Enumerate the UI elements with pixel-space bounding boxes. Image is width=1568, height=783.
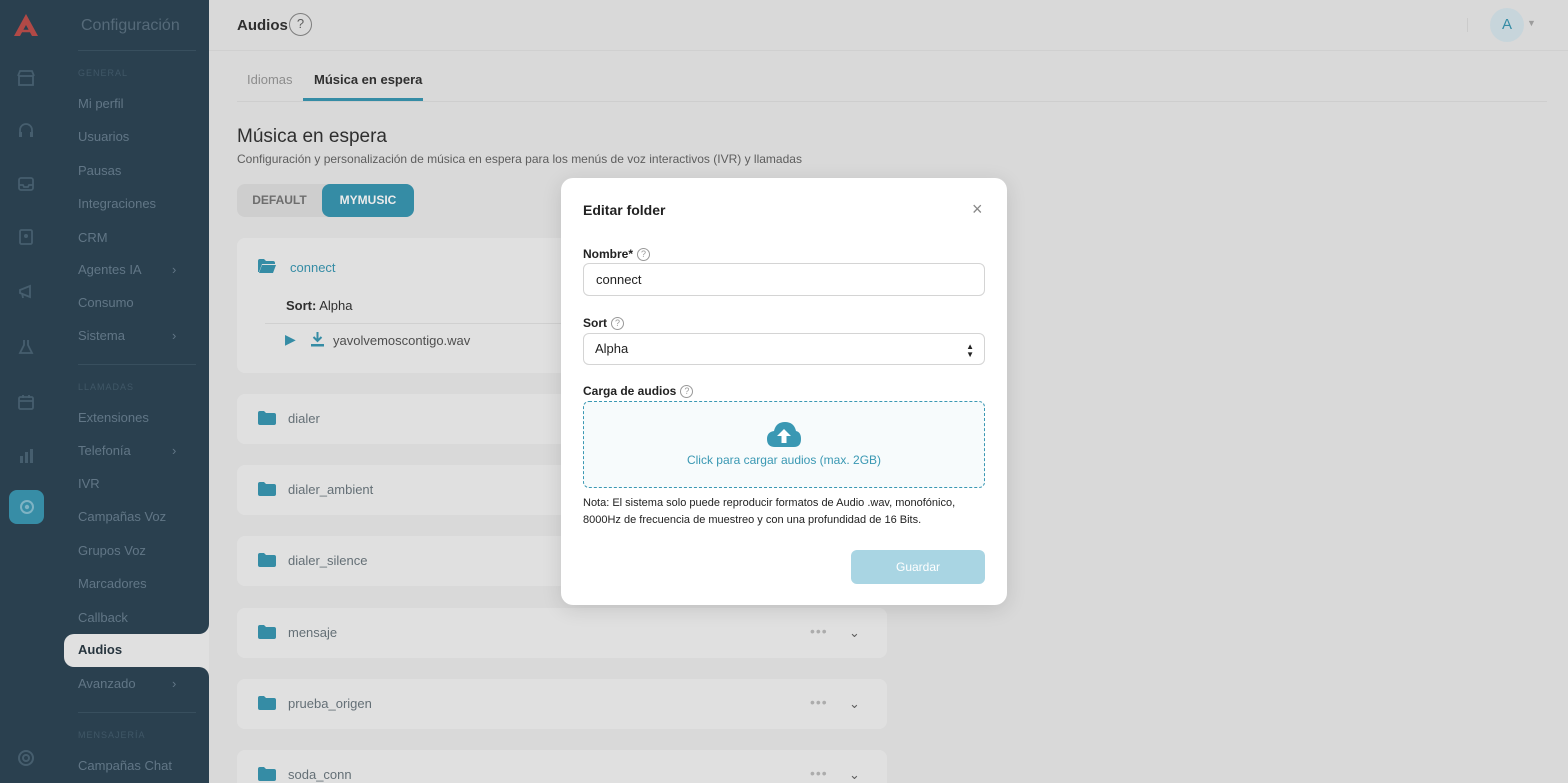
- sort-label: Sort?: [583, 316, 624, 330]
- sort-select[interactable]: Alpha ▲ ▼: [583, 333, 985, 365]
- cloud-upload-icon: [767, 422, 801, 447]
- sort-selected-value: Alpha: [595, 341, 629, 356]
- name-input[interactable]: connect: [583, 263, 985, 296]
- sort-label-text: Sort: [583, 316, 607, 330]
- upload-label-text: Carga de audios: [583, 384, 677, 398]
- select-arrows-icon: ▲ ▼: [966, 342, 974, 359]
- help-icon[interactable]: ?: [680, 385, 694, 398]
- name-label: Nombre*?: [583, 247, 651, 261]
- upload-label: Carga de audios?: [583, 384, 694, 398]
- modal-title: Editar folder: [583, 202, 666, 218]
- help-icon[interactable]: ?: [611, 317, 624, 330]
- name-label-text: Nombre*: [583, 247, 634, 261]
- help-icon[interactable]: ?: [637, 248, 651, 261]
- edit-folder-modal: Editar folder × Nombre*? connect Sort? A…: [561, 178, 1007, 605]
- upload-text: Click para cargar audios (max. 2GB): [686, 453, 882, 467]
- format-note: Nota: El sistema solo puede reproducir f…: [583, 497, 956, 526]
- save-button[interactable]: Guardar: [851, 550, 985, 584]
- close-icon[interactable]: ×: [972, 199, 983, 220]
- upload-dropzone[interactable]: Click para cargar audios (max. 2GB): [583, 401, 985, 488]
